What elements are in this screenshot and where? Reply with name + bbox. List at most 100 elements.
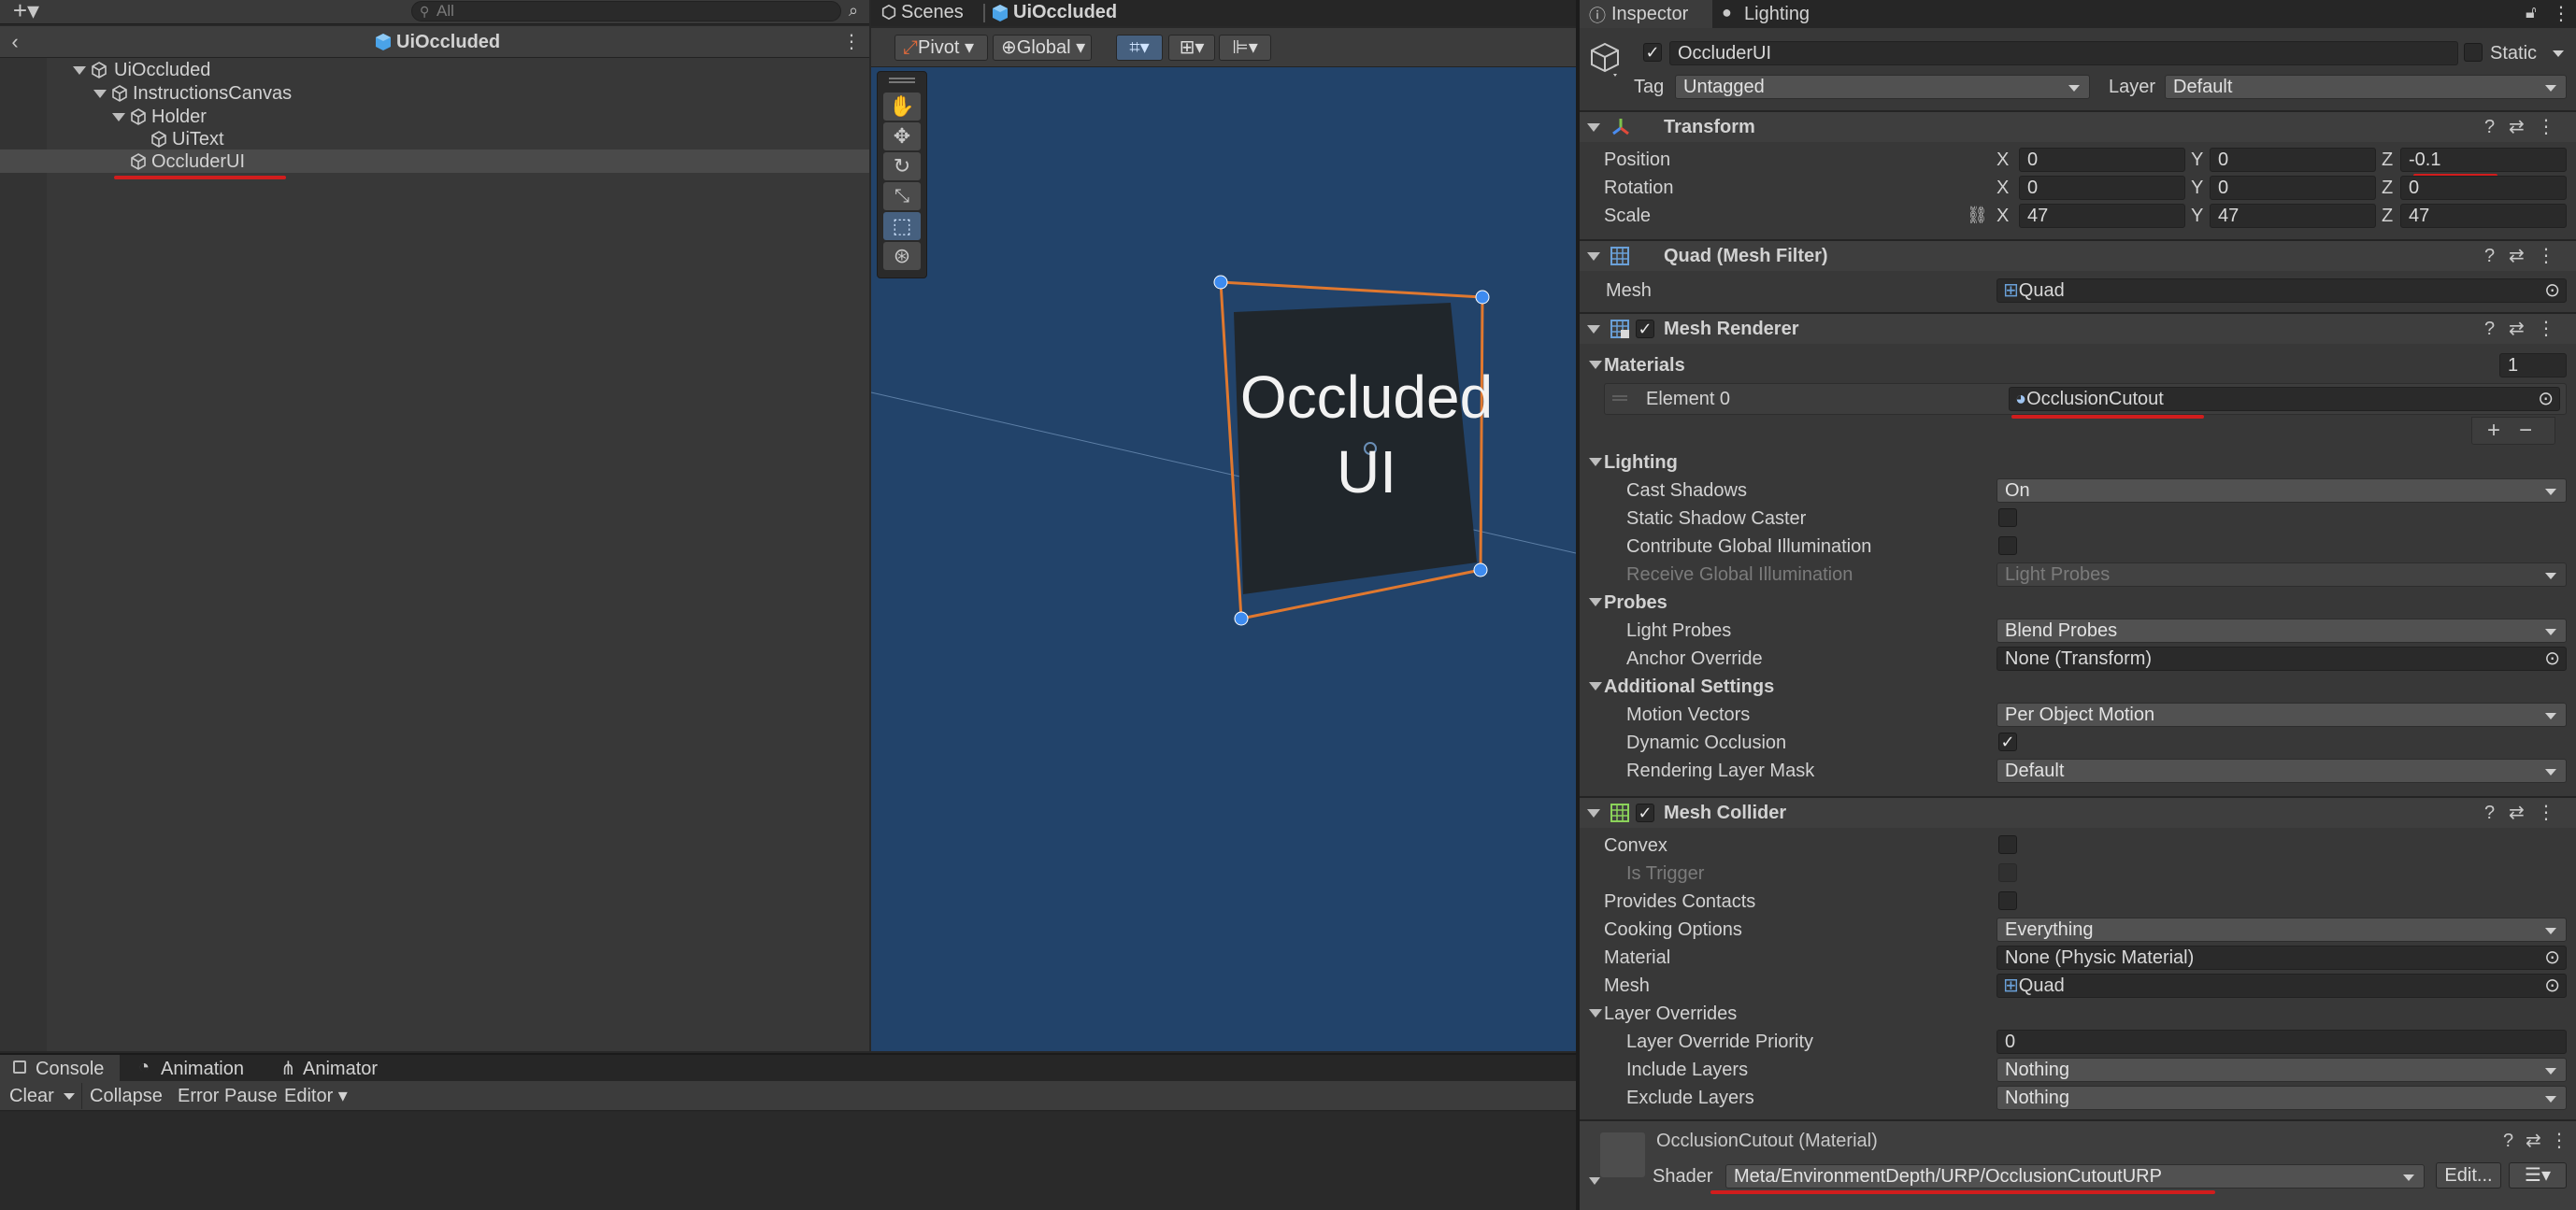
motion-vectors-dropdown[interactable]: Per Object Motion — [1996, 703, 2567, 727]
object-picker-icon[interactable]: ⊙ — [2544, 648, 2560, 670]
lighting-foldout-arrow[interactable] — [1589, 458, 1602, 466]
rotation-x-field[interactable]: 0 — [2019, 176, 2185, 200]
error-pause-button[interactable]: Error Pause — [178, 1084, 278, 1108]
object-picker-icon[interactable]: ⊙ — [2538, 388, 2554, 410]
light-probes-dropdown[interactable]: Blend Probes — [1996, 619, 2567, 643]
cast-shadows-dropdown[interactable]: On — [1996, 478, 2567, 503]
enabled-checkbox[interactable]: ✓ — [1636, 320, 1654, 338]
more-icon[interactable]: ⋮ — [2537, 115, 2555, 139]
foldout-arrow-icon[interactable] — [1587, 252, 1600, 261]
drag-handle-icon[interactable] — [1612, 395, 1627, 401]
mesh-renderer-header[interactable]: ✓ Mesh Renderer ? ⇄ ⋮ — [1580, 314, 2576, 344]
position-x-field[interactable]: 0 — [2019, 148, 2185, 172]
mesh-object-field[interactable]: ⊞Quad ⊙ — [1996, 278, 2567, 303]
scale-tool-icon[interactable]: ⤡ — [883, 182, 921, 210]
lock-icon[interactable]: 🔓︎ — [2526, 3, 2537, 22]
hand-tool-icon[interactable]: ✋ — [883, 93, 921, 121]
console-log-area[interactable] — [0, 1112, 1576, 1210]
edit-shader-button[interactable]: Edit... — [2436, 1162, 2501, 1189]
help-icon[interactable]: ? — [2484, 801, 2495, 825]
rotate-tool-icon[interactable]: ↻ — [883, 152, 921, 180]
grid-snap-button[interactable]: ⌗▾ — [1116, 35, 1163, 61]
rect-tool-icon[interactable]: ⬚ — [883, 212, 921, 240]
foldout-arrow-icon[interactable] — [1587, 123, 1600, 132]
foldout-arrow-icon[interactable] — [1587, 809, 1600, 818]
more-icon[interactable]: ⋮ — [2550, 1129, 2569, 1153]
scale-y-field[interactable]: 47 — [2210, 204, 2376, 228]
hierarchy-item-instructionscanvas[interactable]: InstructionsCanvas — [0, 81, 869, 105]
palette-drag-handle[interactable] — [889, 78, 915, 83]
transform-tool-icon[interactable]: ⊛ — [883, 242, 921, 270]
clear-button[interactable]: Clear — [9, 1084, 54, 1108]
scene-search-icon[interactable]: ⌕ — [843, 1, 864, 21]
foldout-arrow-icon[interactable] — [112, 113, 125, 121]
hierarchy-item-occluderui[interactable]: OccluderUI — [0, 149, 869, 173]
rotation-z-field[interactable]: 0 — [2400, 176, 2567, 200]
static-checkbox[interactable] — [2464, 43, 2483, 62]
add-icon[interactable]: +▾ — [7, 0, 45, 22]
global-dropdown[interactable]: ⊕Global ▾ — [993, 35, 1092, 61]
scale-x-field[interactable]: 47 — [2019, 204, 2185, 228]
tag-dropdown[interactable]: Untagged — [1675, 75, 2090, 99]
mesh-collider-header[interactable]: ✓ Mesh Collider ? ⇄ ⋮ — [1580, 798, 2576, 828]
help-icon[interactable]: ? — [2503, 1129, 2513, 1153]
remove-element-button[interactable]: − — [2519, 419, 2532, 443]
hierarchy-item-uitext[interactable]: UiText — [0, 127, 869, 150]
layer-dropdown[interactable]: Default — [2165, 75, 2567, 99]
material-preview[interactable] — [1600, 1132, 1645, 1177]
provides-contacts-checkbox[interactable] — [1998, 891, 2017, 910]
help-icon[interactable]: ? — [2484, 244, 2495, 268]
object-picker-icon[interactable]: ⊙ — [2544, 279, 2560, 302]
collider-mesh-field[interactable]: ⊞Quad ⊙ — [1996, 974, 2567, 998]
active-checkbox[interactable]: ✓ — [1643, 43, 1662, 62]
preset-icon[interactable]: ⇄ — [2509, 801, 2525, 825]
physic-material-field[interactable]: None (Physic Material) ⊙ — [1996, 946, 2567, 970]
preset-icon[interactable]: ⇄ — [2509, 115, 2525, 139]
materials-count-field[interactable]: 1 — [2499, 353, 2567, 377]
more-icon[interactable]: ⋮ — [2552, 2, 2570, 26]
preset-icon[interactable]: ⇄ — [2526, 1129, 2541, 1153]
shader-options-button[interactable]: ☰▾ — [2509, 1162, 2567, 1189]
contribute-gi-checkbox[interactable] — [1998, 536, 2017, 555]
mesh-filter-header[interactable]: Quad (Mesh Filter) ? ⇄ ⋮ — [1580, 241, 2576, 271]
convex-checkbox[interactable] — [1998, 835, 2017, 854]
position-y-field[interactable]: 0 — [2210, 148, 2376, 172]
material-object-field[interactable]: ◕OcclusionCutout ⊙ — [2009, 387, 2560, 411]
object-picker-icon[interactable]: ⊙ — [2544, 975, 2560, 997]
cooking-options-dropdown[interactable]: Everything — [1996, 918, 2567, 942]
pivot-dropdown[interactable]: ⤢Pivot ▾ — [894, 35, 988, 61]
help-icon[interactable]: ? — [2484, 317, 2495, 341]
help-icon[interactable]: ? — [2484, 115, 2495, 139]
hierarchy-search-input[interactable]: ⚲ All — [411, 1, 841, 21]
hierarchy-item-holder[interactable]: Holder — [0, 105, 869, 128]
more-icon[interactable]: ⋮ — [2537, 317, 2555, 341]
back-chevron-icon[interactable]: ‹ — [6, 30, 24, 54]
rotation-y-field[interactable]: 0 — [2210, 176, 2376, 200]
scene-viewport[interactable]: Occluded UI ✋ ✥ ↻ ⤡ ⬚ ⊛ — [871, 67, 1576, 1051]
transform-header[interactable]: Transform ? ⇄ ⋮ — [1580, 112, 2576, 142]
scale-z-field[interactable]: 47 — [2400, 204, 2567, 228]
more-icon[interactable]: ⋮ — [2537, 801, 2555, 825]
add-element-button[interactable]: + — [2487, 419, 2500, 443]
materials-foldout-arrow[interactable] — [1589, 361, 1602, 369]
static-dropdown-arrow[interactable] — [2550, 45, 2567, 62]
collapse-button[interactable]: Collapse — [90, 1084, 163, 1108]
foldout-arrow-icon[interactable] — [73, 66, 86, 75]
inspector-tab[interactable]: ⓘ Inspector — [1580, 0, 1712, 28]
probes-foldout-arrow[interactable] — [1589, 598, 1602, 606]
console-tab[interactable]: Console — [0, 1055, 120, 1083]
foldout-arrow-icon[interactable] — [1589, 1177, 1600, 1185]
preset-icon[interactable]: ⇄ — [2509, 317, 2525, 341]
move-tool-icon[interactable]: ✥ — [883, 122, 921, 150]
layer-overrides-foldout-arrow[interactable] — [1589, 1009, 1602, 1018]
dynamic-occlusion-checkbox[interactable]: ✓ — [1998, 733, 2017, 751]
more-icon[interactable]: ⋮ — [2537, 244, 2555, 268]
link-scale-icon[interactable]: ⛓ — [1967, 206, 1988, 225]
preset-icon[interactable]: ⇄ — [2509, 244, 2525, 268]
more-icon[interactable]: ⋮ — [841, 30, 862, 54]
static-shadow-checkbox[interactable] — [1998, 508, 2017, 527]
snap-increment-button[interactable]: ⊞▾ — [1168, 35, 1215, 61]
hierarchy-item-uioccluded[interactable]: UiOccluded — [0, 58, 869, 81]
object-name-field[interactable]: OccluderUI — [1669, 41, 2458, 65]
foldout-arrow-icon[interactable] — [93, 90, 107, 98]
